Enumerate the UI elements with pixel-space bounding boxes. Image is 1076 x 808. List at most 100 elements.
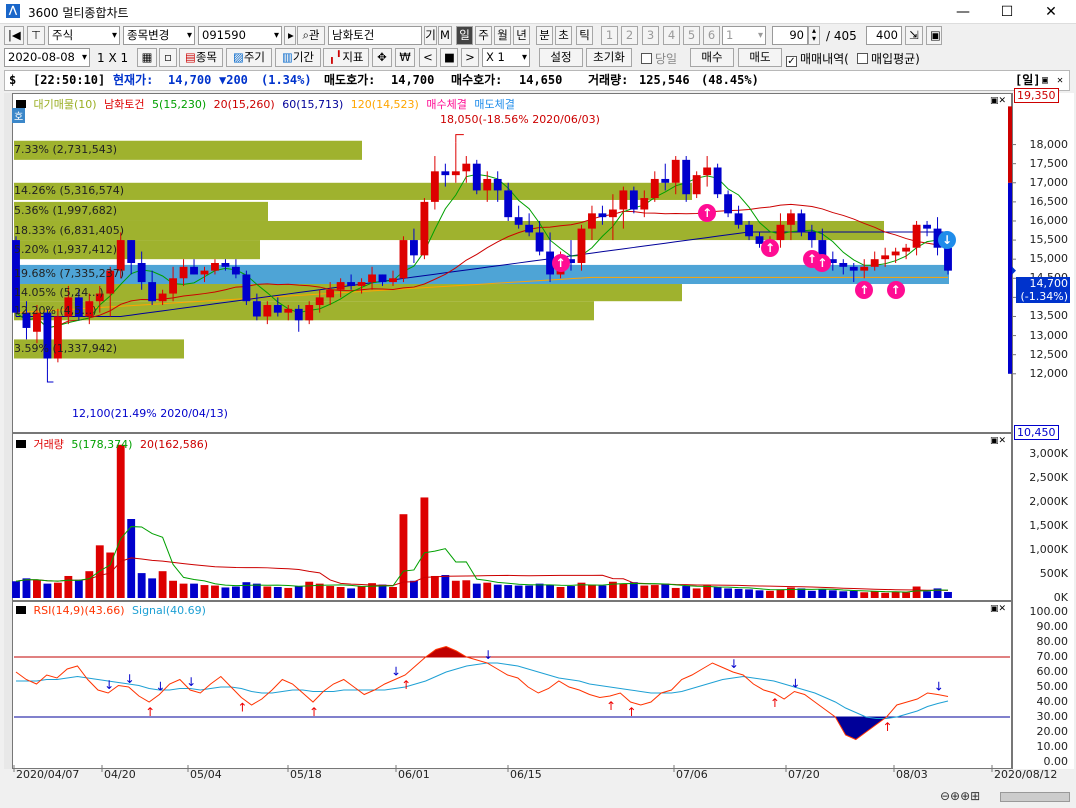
- rsi-down-arrow: ↓: [790, 677, 800, 691]
- volume-bar: [326, 586, 335, 598]
- volume-bar: [420, 497, 429, 598]
- legend-buy[interactable]: 매수체결: [426, 98, 466, 111]
- rsi-up-arrow: ↑: [627, 705, 637, 719]
- profile-label: 14.05% (5,24…): [14, 285, 104, 299]
- x-axis-label: 06/01: [398, 768, 430, 781]
- volume-bar: [12, 581, 20, 598]
- volume-bar: [389, 586, 397, 598]
- volume-panel-controls-icon[interactable]: ▣✕: [990, 436, 1006, 446]
- candle-body: [410, 240, 418, 256]
- legend-vol-ma20[interactable]: 20(162,586): [140, 438, 208, 451]
- volume-bar: [242, 582, 251, 598]
- price-tick: 13,500: [1029, 309, 1069, 323]
- legend-ma120[interactable]: 120(14,523): [351, 98, 419, 111]
- volume-bar: [745, 589, 753, 598]
- legend-ma60[interactable]: 60(15,713): [282, 98, 343, 111]
- horizontal-scrollbar[interactable]: [1000, 792, 1070, 802]
- candle-body: [336, 282, 345, 290]
- rsi-up-arrow: ↑: [401, 678, 411, 692]
- candle-body: [870, 259, 879, 267]
- rsi-up-arrow: ↑: [606, 699, 616, 713]
- rsi-down-arrow: ↓: [186, 675, 196, 689]
- legend-volume[interactable]: 거래량: [34, 438, 64, 451]
- candle-body: [179, 266, 188, 279]
- volume-bar: [703, 585, 712, 598]
- volume-bar: [619, 583, 628, 598]
- legend-profile[interactable]: 대기매물(10): [34, 98, 97, 111]
- rsi-down-arrow: ↓: [125, 672, 135, 686]
- status-bar: ⊖⊕⊕⊞: [0, 786, 1076, 808]
- volume-legend: 거래량 5(178,374) 20(162,586): [16, 436, 212, 452]
- rsi-handle-icon: [16, 606, 26, 614]
- price-tick: 15,500: [1029, 233, 1069, 247]
- price-tick: 13,000: [1029, 328, 1069, 342]
- volume-bar: [33, 579, 41, 598]
- candle-body: [148, 282, 157, 302]
- candle-body: [430, 171, 439, 202]
- zoom-controls-icon[interactable]: ⊖⊕⊕⊞: [940, 789, 980, 803]
- rsi-tick: 10.00: [1036, 740, 1069, 753]
- volume-tick: 1,000K: [1029, 543, 1068, 557]
- legend-ma20[interactable]: 20(15,260): [214, 98, 275, 111]
- legend-sell[interactable]: 매도체결: [474, 98, 514, 111]
- candle-body: [116, 240, 125, 271]
- side-tag[interactable]: 호: [12, 108, 26, 123]
- candle-body: [347, 282, 356, 286]
- candle-body: [263, 305, 272, 317]
- volume-handle-icon: [16, 440, 26, 448]
- volume-bar: [53, 582, 62, 598]
- candle-body: [389, 278, 397, 283]
- legend-vol-ma5[interactable]: 5(178,374): [71, 438, 132, 451]
- volume-bar: [273, 586, 282, 598]
- candle-body: [169, 278, 178, 294]
- candle-body: [944, 247, 952, 271]
- legend-stock[interactable]: 남화토건: [104, 98, 144, 111]
- candle-body: [608, 209, 617, 218]
- volume-bar: [493, 584, 502, 598]
- candle-body: [650, 178, 659, 199]
- rsi-up-arrow: ↑: [309, 705, 319, 719]
- high-annotation: 18,050(-18.56% 2020/06/03): [440, 113, 600, 126]
- price-tick: 16,000: [1029, 213, 1069, 227]
- volume-bar: [881, 592, 890, 598]
- volume-bar: [640, 585, 649, 598]
- rsi-down-arrow: ↓: [155, 680, 165, 694]
- volume-bar: [410, 580, 418, 598]
- profile-label: 5.20% (1,937,412): [14, 242, 118, 256]
- volume-bar: [755, 590, 764, 598]
- volume-bar: [179, 583, 188, 598]
- profile-label: 19.68% (7,335,237): [14, 267, 125, 281]
- x-axis-label: 2020/04/07: [16, 768, 80, 781]
- candle-body: [577, 228, 586, 263]
- legend-rsi[interactable]: RSI(14,9)(43.66): [34, 604, 125, 617]
- candle-body: [127, 240, 136, 263]
- volume-bar: [200, 585, 209, 598]
- rsi-tick: 20.00: [1036, 725, 1069, 738]
- price-legend: 대기매물(10) 남화토건 5(15,230) 20(15,260) 60(15…: [16, 96, 519, 112]
- rsi-up-arrow: ↑: [883, 720, 893, 734]
- legend-signal[interactable]: Signal(40.69): [132, 604, 206, 617]
- buy-marker: ↑: [855, 280, 874, 299]
- candle-body: [504, 190, 513, 218]
- x-axis-label: 05/04: [190, 768, 222, 781]
- y-max-tag: 19,350: [1014, 88, 1059, 103]
- profile-label: 5.36% (1,997,682): [14, 204, 118, 218]
- volume-bar: [713, 586, 722, 598]
- candle-body: [640, 198, 649, 210]
- candle-body: [158, 293, 167, 302]
- candle-body: [692, 175, 701, 195]
- volume-bar: [818, 589, 827, 598]
- candle-body: [682, 159, 691, 195]
- legend-ma5[interactable]: 5(15,230): [152, 98, 206, 111]
- candle-body: [368, 274, 376, 283]
- x-axis-label: 07/06: [676, 768, 708, 781]
- candle-body: [211, 263, 219, 271]
- rsi-panel-controls-icon[interactable]: ▣✕: [990, 604, 1006, 614]
- volume-bar: [116, 444, 125, 598]
- price-panel-controls-icon[interactable]: ▣✕: [990, 96, 1006, 106]
- volume-bar: [158, 571, 167, 598]
- buy-marker: ↑: [760, 238, 779, 257]
- volume-bar: [169, 580, 178, 598]
- candle-body: [745, 224, 753, 237]
- volume-tick: 1,500K: [1029, 519, 1068, 533]
